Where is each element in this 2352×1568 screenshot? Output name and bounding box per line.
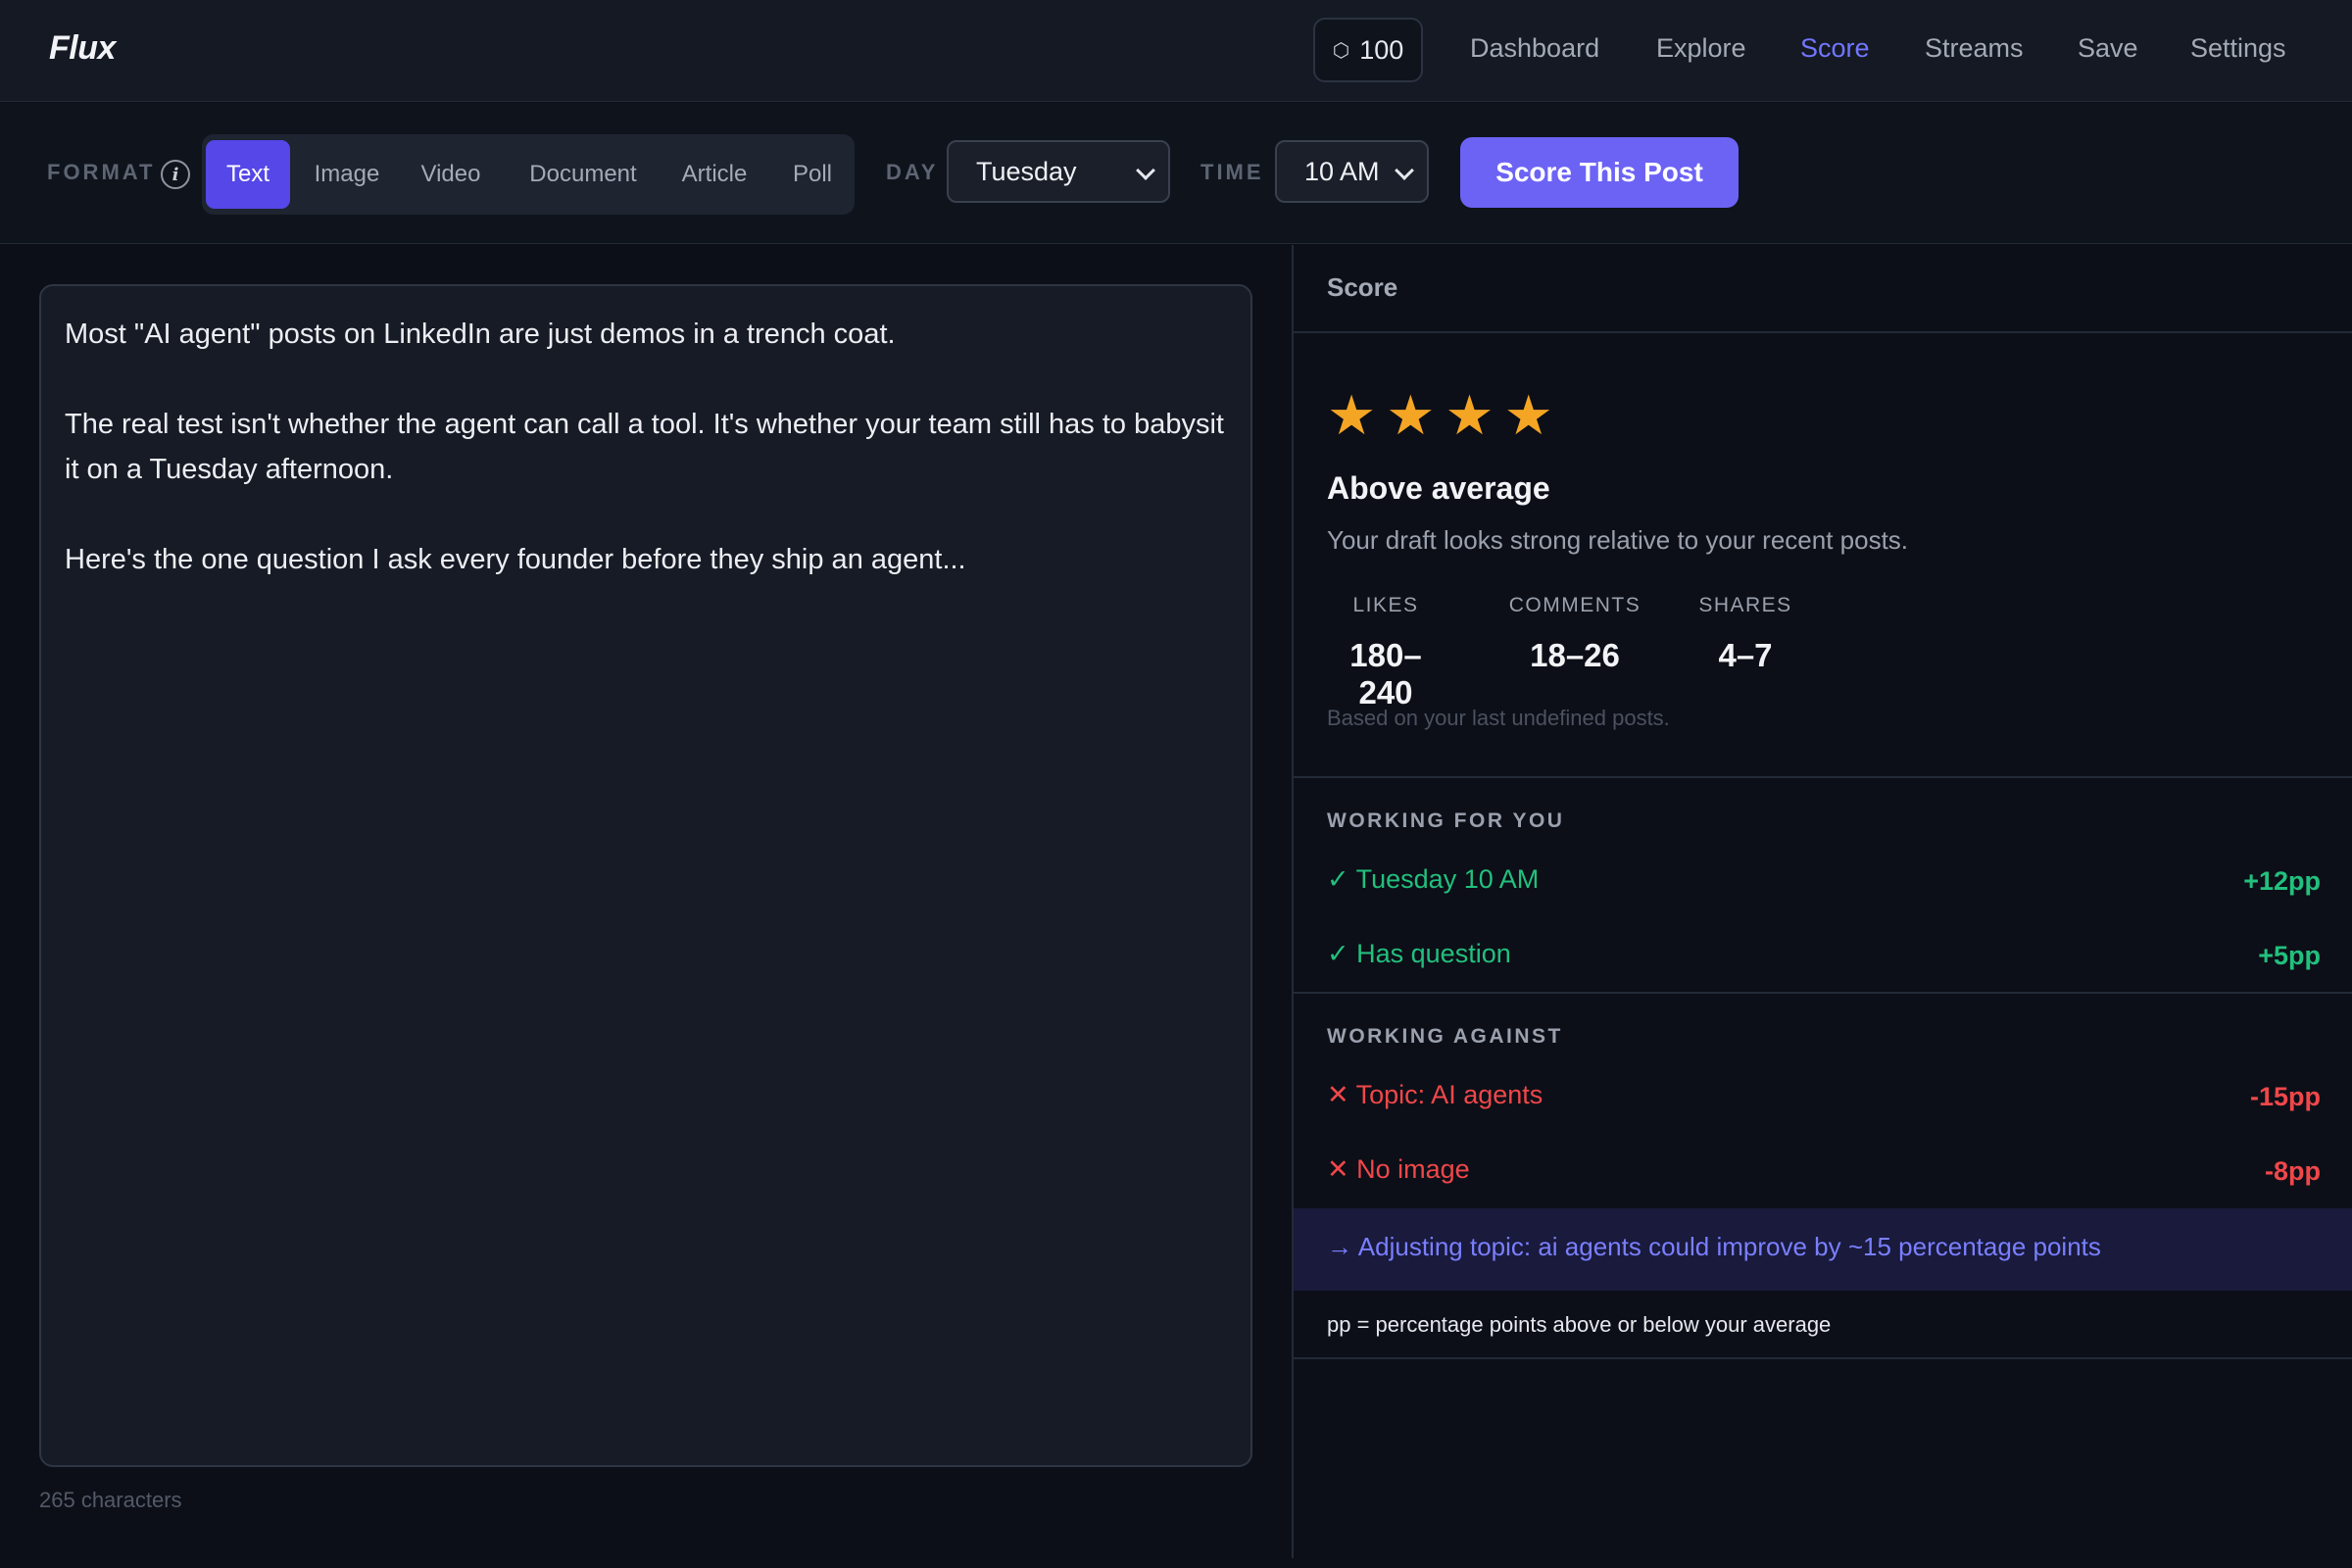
metric-shares: SHARES 4–7 — [1691, 594, 1799, 674]
panel-title: Score — [1327, 272, 1398, 302]
factor-impact: +5pp — [2258, 941, 2321, 970]
post-toolbar: FORMAT i Text Image Video Document Artic… — [0, 103, 2352, 244]
factor-positive: ✓ Has question — [1327, 939, 1511, 968]
format-option-document[interactable]: Document — [512, 140, 655, 209]
hexagon-icon: ⬡ — [1332, 39, 1350, 62]
suggestion-banner[interactable]: → Adjusting topic: ai agents could impro… — [1294, 1208, 2352, 1291]
metric-likes: LIKES 180–240 — [1327, 594, 1445, 711]
metric-label: SHARES — [1698, 594, 1792, 616]
nav-explore[interactable]: Explore — [1656, 33, 1746, 64]
metric-value: 180–240 — [1349, 637, 1422, 710]
divider — [1294, 1357, 2352, 1359]
metric-label: COMMENTS — [1508, 594, 1642, 616]
character-count: 265 characters — [39, 1488, 182, 1512]
nav-streams[interactable]: Streams — [1925, 33, 2024, 64]
editor-paragraph: The real test isn't whether the agent ca… — [65, 409, 1224, 485]
star-icon: ★ — [1503, 384, 1553, 446]
app-logo[interactable]: Flux — [49, 29, 116, 68]
factor-impact: +12pp — [2243, 866, 2321, 896]
format-label: FORMAT — [47, 160, 156, 184]
format-option-poll[interactable]: Poll — [780, 140, 845, 209]
suggestion-text: → Adjusting topic: ai agents could impro… — [1327, 1232, 2101, 1261]
format-option-video[interactable]: Video — [404, 140, 498, 209]
nav-dashboard[interactable]: Dashboard — [1470, 33, 1599, 64]
format-option-text[interactable]: Text — [206, 140, 290, 209]
working-against-heading: WORKING AGAINST — [1327, 1025, 1563, 1048]
credits-count: 100 — [1359, 34, 1404, 65]
pp-footnote: pp = percentage points above or below yo… — [1327, 1312, 1832, 1337]
factor-impact: -15pp — [2249, 1082, 2321, 1111]
info-icon[interactable]: i — [161, 160, 190, 189]
nav-score[interactable]: Score — [1800, 33, 1870, 64]
format-option-article[interactable]: Article — [662, 140, 766, 209]
metric-value: 4–7 — [1718, 637, 1773, 673]
score-panel: Score ★ ★ ★ ★ Above average Your draft l… — [1292, 245, 2352, 1558]
editor-paragraph: Here's the one question I ask every foun… — [65, 544, 966, 575]
post-editor[interactable]: Most "AI agent" posts on LinkedIn are ju… — [39, 284, 1252, 1467]
based-on-note: Based on your last undefined posts. — [1327, 706, 1670, 730]
factor-negative: ✕ No image — [1327, 1154, 1470, 1184]
format-option-image[interactable]: Image — [300, 140, 394, 209]
star-icon: ★ — [1445, 384, 1494, 446]
factor-positive: ✓ Tuesday 10 AM — [1327, 864, 1540, 894]
metric-comments: COMMENTS 18–26 — [1501, 594, 1648, 674]
factor-impact: -8pp — [2265, 1156, 2321, 1186]
top-nav: Flux ⬡ 100 Dashboard Explore Score Strea… — [0, 0, 2352, 102]
metric-value: 18–26 — [1530, 637, 1620, 673]
nav-save[interactable]: Save — [2078, 33, 2138, 64]
day-select[interactable]: Tuesday — [947, 140, 1170, 203]
divider — [1294, 331, 2352, 333]
score-post-button[interactable]: Score This Post — [1460, 137, 1739, 208]
star-icon: ★ — [1386, 384, 1436, 446]
chevron-down-icon — [1395, 161, 1414, 180]
star-rating: ★ ★ ★ ★ — [1327, 388, 1553, 443]
editor-paragraph: Most "AI agent" posts on LinkedIn are ju… — [65, 318, 896, 350]
working-for-heading: WORKING FOR YOU — [1327, 809, 1565, 832]
day-label: DAY — [886, 160, 939, 184]
divider — [1294, 776, 2352, 778]
credits-badge[interactable]: ⬡ 100 — [1313, 18, 1423, 82]
divider — [1294, 992, 2352, 994]
day-value: Tuesday — [976, 157, 1077, 186]
format-selector: Text Image Video Document Article Poll — [202, 134, 855, 215]
time-label: TIME — [1200, 160, 1264, 184]
rating-description: Your draft looks strong relative to your… — [1327, 525, 1909, 555]
star-icon: ★ — [1327, 384, 1377, 446]
time-select[interactable]: 10 AM — [1275, 140, 1429, 203]
nav-settings[interactable]: Settings — [2190, 33, 2286, 64]
factor-negative: ✕ Topic: AI agents — [1327, 1080, 1544, 1109]
rating-label: Above average — [1327, 470, 1550, 506]
time-value: 10 AM — [1304, 157, 1380, 186]
chevron-down-icon — [1136, 161, 1155, 180]
metric-label: LIKES — [1352, 594, 1419, 616]
